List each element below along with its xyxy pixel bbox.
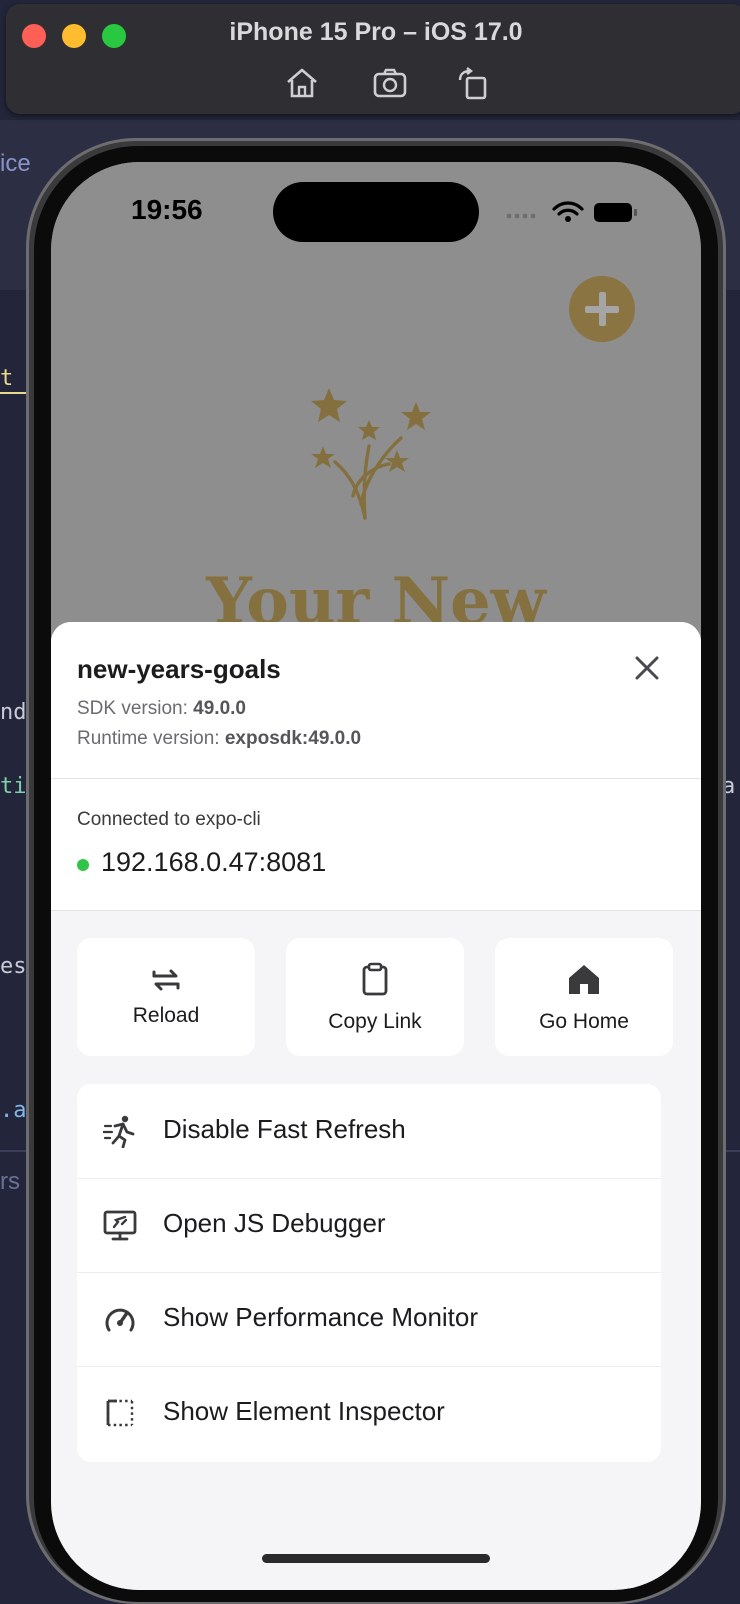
speedometer-icon — [105, 1308, 135, 1332]
connection-host: 192.168.0.47:8081 — [101, 847, 327, 877]
show-element-inspector-item[interactable]: Show Element Inspector — [77, 1366, 661, 1460]
editor-fragment: t — [0, 366, 14, 391]
clipboard-icon — [362, 962, 388, 996]
camera-icon[interactable] — [372, 66, 408, 100]
open-js-debugger-item[interactable]: Open JS Debugger — [77, 1178, 661, 1273]
battery-icon — [594, 203, 637, 222]
simulator-titlebar: iPhone 15 Pro – iOS 17.0 — [6, 4, 740, 114]
window-title: iPhone 15 Pro – iOS 17.0 — [229, 18, 523, 46]
show-performance-monitor-label: Show Performance Monitor — [163, 1302, 479, 1332]
add-goal-button[interactable] — [569, 276, 635, 342]
runtime-version: Runtime version: exposdk:49.0.0 — [77, 728, 361, 750]
disable-fast-refresh-label: Disable Fast Refresh — [163, 1114, 406, 1144]
fireworks-stars-icon — [311, 388, 431, 520]
copy-link-button[interactable]: Copy Link — [286, 938, 464, 1056]
editor-fragment: rs — [0, 1168, 20, 1195]
reload-label: Reload — [132, 1004, 200, 1027]
copy-link-label: Copy Link — [328, 1010, 422, 1033]
close-icon[interactable] — [629, 650, 665, 686]
sdk-version-label: SDK version: — [77, 698, 194, 719]
editor-fragment: ice — [0, 150, 31, 177]
status-time: 19:56 — [131, 194, 203, 225]
plus-icon — [585, 292, 619, 326]
editor-fragment: nd — [0, 700, 27, 725]
editor-underline — [0, 392, 26, 394]
debugger-monitor-icon — [103, 1210, 137, 1241]
go-home-label: Go Home — [539, 1010, 629, 1033]
home-icon[interactable] — [284, 66, 320, 100]
inspector-selection-icon — [106, 1399, 134, 1427]
rotate-icon[interactable] — [454, 66, 490, 100]
dev-menu-list: Disable Fast Refresh Open JS Debugger Sh… — [77, 1084, 661, 1462]
runtime-version-label: Runtime version: — [77, 728, 225, 749]
dynamic-island — [273, 182, 479, 242]
reload-icon — [152, 969, 180, 991]
dev-menu-header: new-years-goals SDK version: 49.0.0 Runt… — [51, 622, 701, 779]
go-home-button[interactable]: Go Home — [495, 938, 673, 1056]
wifi-icon — [552, 201, 584, 216]
connection-label: Connected to expo-cli — [77, 809, 261, 830]
home-indicator[interactable] — [262, 1554, 490, 1563]
dev-menu-sheet: new-years-goals SDK version: 49.0.0 Runt… — [51, 622, 701, 1590]
open-js-debugger-label: Open JS Debugger — [163, 1208, 386, 1238]
show-performance-monitor-item[interactable]: Show Performance Monitor — [77, 1272, 661, 1367]
running-figure-icon — [103, 1115, 135, 1148]
sdk-version-value: 49.0.0 — [193, 698, 246, 719]
connection-info: Connected to expo-cli 192.168.0.47:8081 — [51, 779, 701, 911]
reload-button[interactable]: Reload — [77, 938, 255, 1056]
device-screen: 19:56 Your New new-years-goals SDK versi… — [51, 162, 701, 1590]
editor-fragment: ti — [0, 774, 27, 799]
cellular-dots-icon — [506, 213, 536, 219]
status-icons — [506, 201, 637, 222]
runtime-version-value: exposdk:49.0.0 — [224, 728, 362, 749]
show-element-inspector-label: Show Element Inspector — [163, 1396, 445, 1426]
wifi-dot — [565, 216, 571, 222]
connection-status-dot — [77, 859, 89, 871]
disable-fast-refresh-item[interactable]: Disable Fast Refresh — [77, 1084, 661, 1179]
sdk-version: SDK version: 49.0.0 — [77, 698, 246, 720]
home-icon — [569, 965, 599, 994]
editor-fragment: .a — [0, 1098, 27, 1123]
app-name: new-years-goals — [77, 654, 281, 684]
